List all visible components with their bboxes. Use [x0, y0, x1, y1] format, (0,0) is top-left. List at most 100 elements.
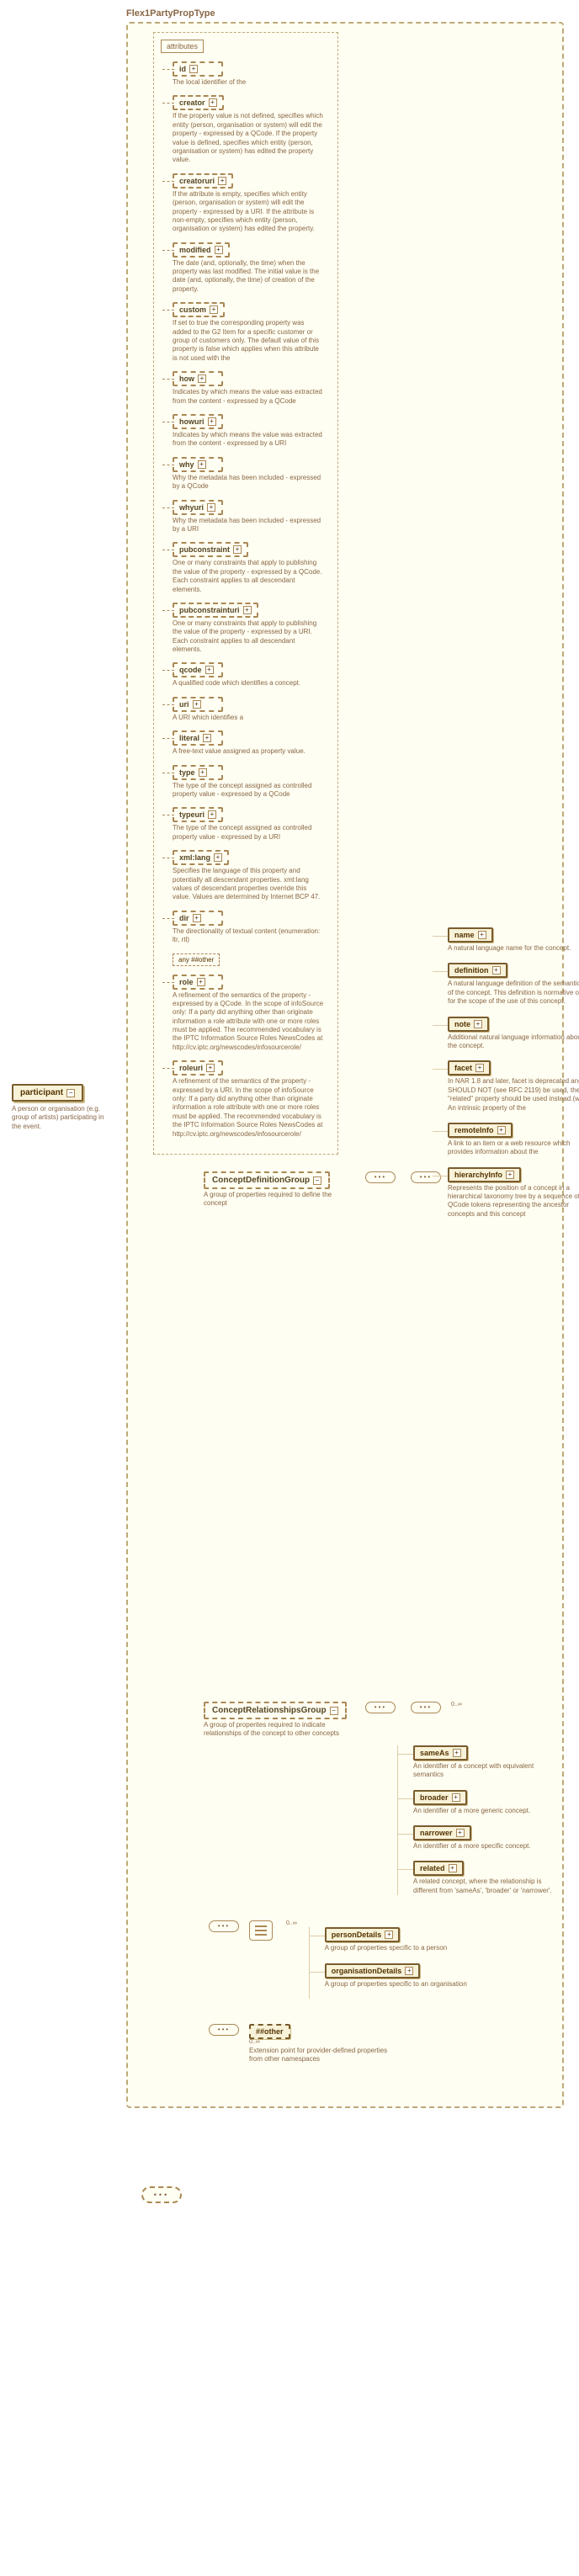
attribute-name: why	[179, 460, 194, 469]
element-name: note	[454, 1020, 470, 1028]
element-box[interactable]: hierarchyInfo+	[448, 1167, 521, 1182]
any-other-box[interactable]: ##other	[249, 2024, 290, 2039]
concept-definition-group-box[interactable]: ConceptDefinitionGroup −	[204, 1171, 330, 1189]
attribute-literal: literal+A free-text value assigned as pr…	[173, 730, 331, 756]
element-box[interactable]: facet+	[448, 1060, 491, 1076]
expand-icon[interactable]: +	[497, 1126, 506, 1134]
attribute-name: dir	[179, 914, 189, 922]
expand-icon[interactable]: +	[218, 177, 226, 185]
element-box[interactable]: remoteInfo+	[448, 1123, 513, 1138]
occurrence-label: 0..∞	[286, 1920, 297, 1926]
expand-icon[interactable]: +	[243, 606, 252, 614]
element-name: facet	[454, 1064, 472, 1072]
attribute-box[interactable]: roleuri+	[173, 1060, 223, 1076]
participant-element[interactable]: participant −	[12, 1084, 83, 1102]
expand-icon[interactable]: +	[385, 1931, 393, 1939]
sequence-connector-icon	[365, 1702, 396, 1713]
sequence-connector-icon	[209, 1920, 239, 1932]
attribute-box[interactable]: typeuri+	[173, 807, 223, 822]
attribute-description: The local identifier of the	[173, 78, 324, 87]
expand-icon[interactable]: +	[452, 1793, 460, 1802]
expand-icon[interactable]: +	[506, 1171, 514, 1179]
expand-icon[interactable]: +	[456, 1829, 465, 1837]
expand-icon[interactable]: +	[205, 666, 214, 674]
attribute-name: xml:lang	[179, 853, 210, 862]
expand-icon[interactable]: +	[189, 65, 198, 73]
expand-icon[interactable]: +	[405, 1967, 413, 1975]
element-description: A related concept, where the relationshi…	[413, 1878, 554, 1895]
expand-icon[interactable]: +	[208, 417, 216, 426]
attribute-description: A refinement of the semantics of the pro…	[173, 991, 324, 1053]
collapse-icon[interactable]: −	[330, 1707, 338, 1715]
attribute-description: Specifies the language of this property …	[173, 867, 324, 902]
attribute-box[interactable]: dir +	[173, 911, 223, 926]
expand-icon[interactable]: +	[208, 810, 216, 819]
expand-icon[interactable]: +	[449, 1864, 457, 1872]
attribute-box[interactable]: literal+	[173, 730, 223, 746]
element-box[interactable]: sameAs+	[413, 1745, 468, 1761]
type-container: participant − A person or organisation (…	[126, 22, 564, 2108]
concept-relationships-group-box[interactable]: ConceptRelationshipsGroup −	[204, 1702, 347, 1719]
expand-icon[interactable]: +	[492, 966, 501, 975]
attribute-box[interactable]: pubconstrainturi+	[173, 603, 258, 618]
expand-icon[interactable]: +	[193, 914, 201, 922]
expand-icon[interactable]: +	[215, 246, 223, 254]
expand-icon[interactable]: +	[214, 853, 222, 862]
collapse-icon[interactable]: −	[313, 1176, 321, 1185]
expand-icon[interactable]: +	[198, 374, 206, 383]
attribute-box[interactable]: howuri+	[173, 414, 223, 429]
attribute-box[interactable]: how+	[173, 371, 223, 386]
expand-icon[interactable]: +	[207, 503, 215, 512]
occurrence-label: 0..∞	[249, 2039, 392, 2045]
expand-icon[interactable]: +	[210, 305, 218, 314]
attribute-box[interactable]: type+	[173, 765, 223, 780]
element-description: An identifier of a concept with equivale…	[413, 1762, 554, 1780]
attribute-name: roleuri	[179, 1064, 203, 1072]
attribute-box[interactable]: qcode+	[173, 662, 223, 677]
expand-icon[interactable]: +	[209, 98, 217, 107]
expand-icon[interactable]: +	[199, 768, 207, 777]
element-box[interactable]: note +	[448, 1017, 489, 1032]
element-box[interactable]: name+	[448, 927, 493, 943]
expand-icon[interactable]: +	[198, 460, 206, 469]
attribute-name: whyuri	[179, 503, 204, 512]
element-name: remoteInfo	[454, 1126, 494, 1134]
expand-icon[interactable]: +	[474, 1020, 482, 1028]
element-box[interactable]: broader+	[413, 1790, 467, 1805]
element-box[interactable]: definition+	[448, 963, 507, 978]
attribute-box[interactable]: creator+	[173, 95, 224, 110]
attribute-box[interactable]: uri+	[173, 697, 223, 712]
element-description: Represents the position of a concept in …	[448, 1184, 579, 1219]
expand-icon[interactable]: +	[197, 978, 205, 986]
expand-icon[interactable]: +	[193, 700, 201, 709]
element-box[interactable]: personDetails+	[325, 1927, 401, 1942]
attribute-box[interactable]: modified+	[173, 242, 230, 258]
expand-icon[interactable]: +	[233, 545, 242, 554]
attribute-box[interactable]: role+	[173, 975, 223, 990]
expand-icon[interactable]: +	[203, 734, 211, 742]
attribute-box[interactable]: pubconstraint+	[173, 542, 248, 557]
attribute-box[interactable]: whyuri+	[173, 500, 223, 515]
child-hierarchyinfo: hierarchyInfo+ Represents the position of…	[448, 1167, 579, 1219]
expand-icon[interactable]: +	[453, 1749, 461, 1757]
collapse-icon[interactable]: −	[66, 1089, 75, 1097]
element-box[interactable]: related+	[413, 1861, 464, 1876]
attribute-pubconstrainturi: pubconstrainturi+One or many constraints…	[173, 603, 331, 655]
element-box[interactable]: narrower+	[413, 1825, 471, 1840]
attribute-box[interactable]: custom+	[173, 302, 225, 317]
attribute-description: If the property value is not defined, sp…	[173, 112, 324, 164]
attribute-box[interactable]: xml:lang +	[173, 850, 229, 865]
child-facet: facet+In NAR 1.8 and later, facet is dep…	[448, 1060, 579, 1113]
element-name: name	[454, 931, 475, 939]
element-box[interactable]: organisationDetails+	[325, 1963, 421, 1978]
attribute-roleuri: roleuri+A refinement of the semantics of…	[173, 1060, 331, 1139]
expand-icon[interactable]: +	[475, 1064, 484, 1072]
attribute-box[interactable]: creatoruri+	[173, 173, 233, 189]
attribute-name: howuri	[179, 417, 205, 426]
expand-icon[interactable]: +	[478, 931, 486, 939]
attribute-box[interactable]: why +	[173, 457, 223, 472]
expand-icon[interactable]: +	[206, 1064, 215, 1072]
element-description: Additional natural language information …	[448, 1033, 579, 1051]
attribute-box[interactable]: id+	[173, 61, 223, 77]
attribute-typeuri: typeuri+The type of the concept assigned…	[173, 807, 331, 842]
